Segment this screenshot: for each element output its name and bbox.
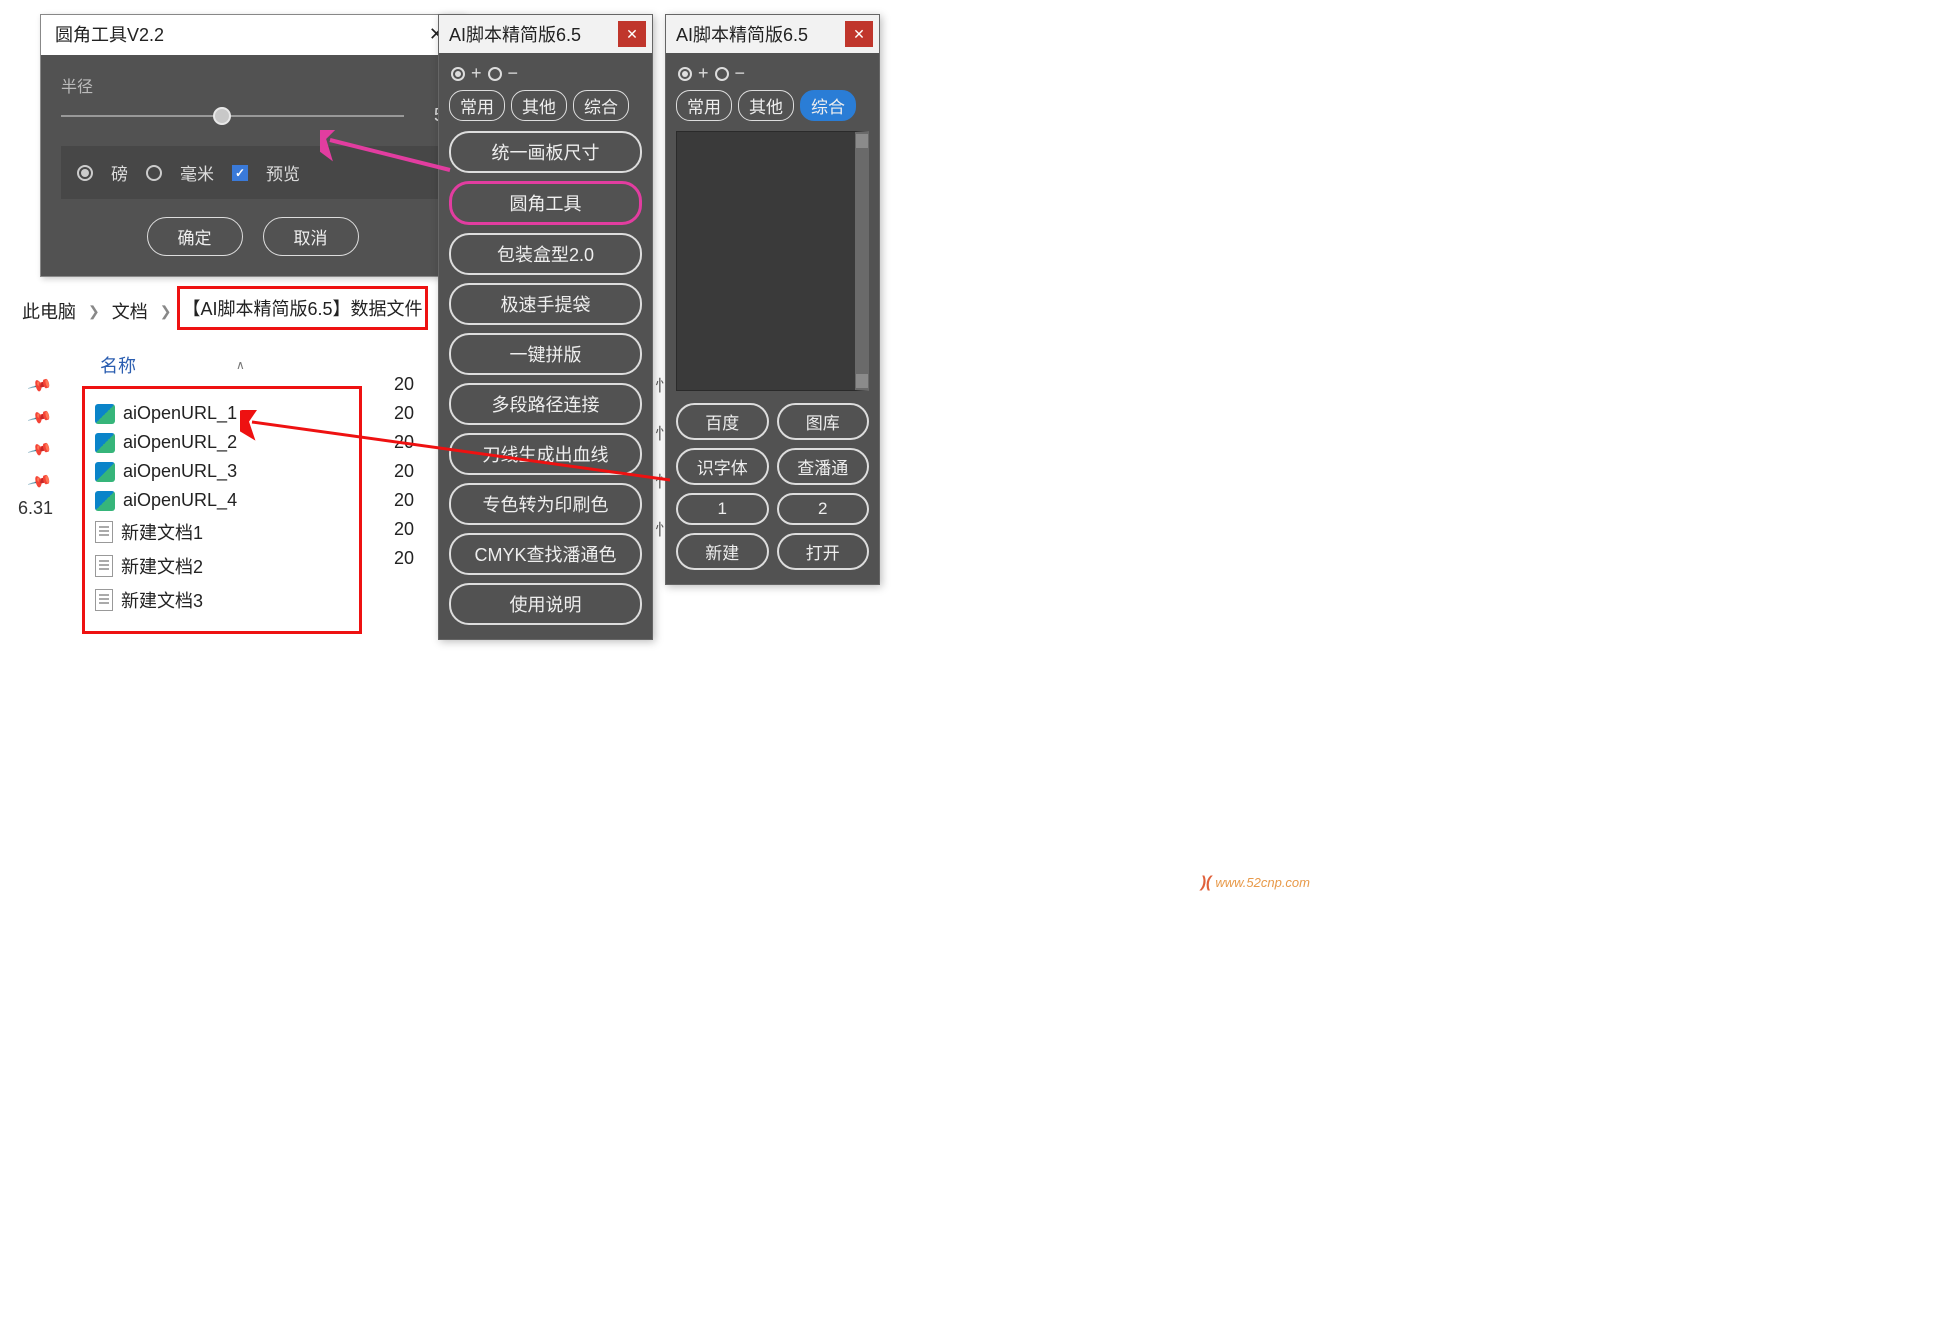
script-rounded-corner[interactable]: 圆角工具	[449, 181, 642, 225]
link-font-id[interactable]: 识字体	[676, 448, 769, 485]
script-box-template[interactable]: 包装盒型2.0	[449, 233, 642, 275]
breadcrumb[interactable]: 此电脑 ❯ 文档 ❯	[20, 292, 177, 330]
script-spot-to-process[interactable]: 专色转为印刷色	[449, 483, 642, 525]
panel-header[interactable]: AI脚本精简版6.5 ✕	[666, 15, 879, 53]
highlighted-folder: 【AI脚本精简版6.5】数据文件	[177, 286, 427, 330]
list-item[interactable]: 新建文档1	[93, 515, 351, 549]
rounded-corner-dialog: 圆角工具V2.2 ✕ 半径 5 磅 毫米 ✓ 预览 确定 取消	[40, 14, 465, 277]
radio-minus[interactable]	[488, 67, 502, 81]
tab-misc[interactable]: 综合	[800, 90, 856, 121]
pinned-indicators: 📌 📌 📌 📌	[30, 376, 50, 492]
empty-listbox[interactable]	[676, 131, 869, 391]
radio-plus[interactable]	[451, 67, 465, 81]
watermark: )(www.52cnp.com	[1201, 874, 1310, 892]
panel-title: AI脚本精简版6.5	[676, 21, 808, 47]
radio-plus[interactable]	[678, 67, 692, 81]
edge-icon	[95, 404, 115, 424]
mode-toggles: + −	[666, 53, 879, 90]
tab-misc[interactable]: 综合	[573, 90, 629, 121]
radio-minus[interactable]	[715, 67, 729, 81]
crumb-folder[interactable]: 【AI脚本精简版6.5】数据文件	[182, 295, 422, 321]
preview-checkbox[interactable]: ✓	[232, 165, 248, 181]
ok-button[interactable]: 确定	[147, 217, 243, 256]
sort-asc-icon[interactable]: ∧	[236, 358, 245, 372]
script-panel-common: AI脚本精简版6.5 ✕ + − 常用 其他 综合 统一画板尺寸 圆角工具 包装…	[438, 14, 653, 640]
script-layout[interactable]: 一键拼版	[449, 333, 642, 375]
mode-toggles: + −	[439, 53, 652, 90]
edge-icon	[95, 491, 115, 511]
pin-icon: 📌	[26, 436, 53, 463]
list-item[interactable]: aiOpenURL_1	[93, 399, 351, 428]
text-file-icon	[95, 521, 113, 543]
link-new[interactable]: 新建	[676, 533, 769, 570]
list-item[interactable]: aiOpenURL_3	[93, 457, 351, 486]
tab-other[interactable]: 其他	[511, 90, 567, 121]
pin-icon: 📌	[26, 468, 53, 495]
quick-links-grid: 百度 图库 识字体 查潘通 1 2 新建 打开	[666, 397, 879, 584]
link-baidu[interactable]: 百度	[676, 403, 769, 440]
list-item[interactable]: aiOpenURL_2	[93, 428, 351, 457]
close-icon[interactable]: ✕	[845, 21, 873, 47]
panel-header[interactable]: AI脚本精简版6.5 ✕	[439, 15, 652, 53]
radio-mm[interactable]	[146, 165, 162, 181]
script-list: 统一画板尺寸 圆角工具 包装盒型2.0 极速手提袋 一键拼版 多段路径连接 刀线…	[439, 131, 652, 639]
file-list: aiOpenURL_1 aiOpenURL_2 aiOpenURL_3 aiOp…	[82, 386, 362, 634]
slider-track[interactable]	[61, 115, 404, 117]
tab-row: 常用 其他 综合	[666, 90, 879, 131]
script-find-pantone[interactable]: CMYK查找潘通色	[449, 533, 642, 575]
script-handbag[interactable]: 极速手提袋	[449, 283, 642, 325]
script-panel-misc: AI脚本精简版6.5 ✕ + − 常用 其他 综合 百度 图库 识字体 查潘通 …	[665, 14, 880, 585]
pin-icon: 📌	[26, 404, 53, 431]
edge-icon	[95, 462, 115, 482]
list-item[interactable]: aiOpenURL_4	[93, 486, 351, 515]
text-file-icon	[95, 555, 113, 577]
tab-other[interactable]: 其他	[738, 90, 794, 121]
unit-mm-label: 毫米	[180, 160, 214, 185]
panel-title: AI脚本精简版6.5	[449, 21, 581, 47]
col-name[interactable]: 名称	[100, 352, 136, 378]
side-version-label: 6.31	[18, 498, 53, 519]
link-slot-1[interactable]: 1	[676, 493, 769, 525]
crumb-docs[interactable]: 文档	[112, 298, 148, 324]
radio-pt[interactable]	[77, 165, 93, 181]
close-icon[interactable]: ✕	[618, 21, 646, 47]
list-item[interactable]: 新建文档3	[93, 583, 351, 617]
tab-row: 常用 其他 综合	[439, 90, 652, 131]
tab-common[interactable]: 常用	[449, 90, 505, 121]
script-unify-artboard[interactable]: 统一画板尺寸	[449, 131, 642, 173]
script-join-paths[interactable]: 多段路径连接	[449, 383, 642, 425]
crumb-pc[interactable]: 此电脑	[22, 298, 76, 324]
dialog-title-text: 圆角工具V2.2	[55, 21, 164, 47]
text-file-icon	[95, 589, 113, 611]
link-open[interactable]: 打开	[777, 533, 870, 570]
dialog-titlebar[interactable]: 圆角工具V2.2 ✕	[41, 15, 464, 55]
pin-icon: 📌	[26, 372, 53, 399]
list-item[interactable]: 新建文档2	[93, 549, 351, 583]
script-bleed-lines[interactable]: 刀线生成出血线	[449, 433, 642, 475]
dialog-body: 半径 5 磅 毫米 ✓ 预览 确定 取消	[41, 55, 464, 276]
chevron-right-icon: ❯	[160, 303, 172, 320]
modified-column: 20 20 20 20 20 20 20	[394, 374, 414, 569]
link-pantone[interactable]: 查潘通	[777, 448, 870, 485]
tab-common[interactable]: 常用	[676, 90, 732, 121]
slider-thumb[interactable]	[213, 107, 231, 125]
chevron-right-icon: ❯	[88, 303, 100, 320]
radius-slider[interactable]: 5	[61, 105, 444, 126]
options-row: 磅 毫米 ✓ 预览	[61, 146, 444, 199]
radius-label: 半径	[61, 73, 444, 97]
cancel-button[interactable]: 取消	[263, 217, 359, 256]
preview-label: 预览	[266, 160, 300, 185]
dialog-buttons: 确定 取消	[61, 217, 444, 256]
script-help[interactable]: 使用说明	[449, 583, 642, 625]
link-gallery[interactable]: 图库	[777, 403, 870, 440]
edge-icon	[95, 433, 115, 453]
unit-pt-label: 磅	[111, 160, 128, 185]
link-slot-2[interactable]: 2	[777, 493, 870, 525]
